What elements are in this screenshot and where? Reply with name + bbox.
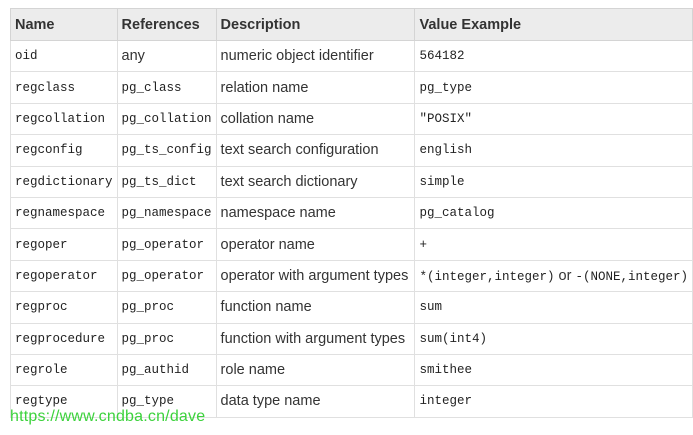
cell-description: role name xyxy=(215,353,416,387)
cell-name: oid xyxy=(10,39,118,73)
table-row: regcollation pg_collation collation name… xyxy=(10,102,693,136)
cell-example: simple xyxy=(414,165,693,198)
cell-description: numeric object identifier xyxy=(215,39,416,73)
cell-name: regnamespace xyxy=(10,196,118,230)
cell-name: regcollation xyxy=(10,102,118,136)
table-row: regnamespace pg_namespace namespace name… xyxy=(10,196,693,230)
cell-references: pg_class xyxy=(116,71,217,104)
cell-references: pg_proc xyxy=(116,291,217,324)
cell-references: pg_proc xyxy=(116,322,217,355)
table-body: oid any numeric object identifier 564182… xyxy=(10,39,693,418)
oid-types-table: Name References Description Value Exampl… xyxy=(10,8,693,418)
cell-name: regproc xyxy=(10,291,118,324)
table-row: regconfig pg_ts_config text search confi… xyxy=(10,134,693,167)
cell-name: regoper xyxy=(10,228,118,261)
table-row: regprocedure pg_proc function with argum… xyxy=(10,322,693,355)
cell-example: + xyxy=(414,228,693,261)
cell-description: text search configuration xyxy=(215,134,416,167)
table-row: regoperator pg_operator operator with ar… xyxy=(10,259,693,293)
table-row: regoper pg_operator operator name + xyxy=(10,228,693,261)
cell-description: operator name xyxy=(215,228,416,261)
cell-example: sum xyxy=(414,291,693,324)
cell-references: pg_operator xyxy=(116,228,217,261)
cell-references: pg_namespace xyxy=(116,196,217,230)
cell-description: namespace name xyxy=(215,196,416,230)
cell-example: integer xyxy=(414,385,693,418)
header-description: Description xyxy=(215,8,416,41)
cell-references: pg_operator xyxy=(116,259,217,293)
cell-example: sum(int4) xyxy=(414,322,693,355)
cell-name: regdictionary xyxy=(10,165,118,198)
cell-description: function name xyxy=(215,291,416,324)
cell-name: regoperator xyxy=(10,259,118,293)
cell-name: regrole xyxy=(10,353,118,387)
header-row: Name References Description Value Exampl… xyxy=(10,8,693,41)
cell-references: pg_ts_config xyxy=(116,134,217,167)
cell-example: *(integer,integer) or -(NONE,integer) xyxy=(414,259,693,293)
cell-name: regconfig xyxy=(10,134,118,167)
table-row: regrole pg_authid role name smithee xyxy=(10,353,693,387)
cell-name: regclass xyxy=(10,71,118,104)
example-part-code: -(NONE,integer) xyxy=(575,269,688,284)
cell-references: pg_authid xyxy=(116,353,217,387)
table-row: regclass pg_class relation name pg_type xyxy=(10,71,693,104)
table-row: regproc pg_proc function name sum xyxy=(10,291,693,324)
cell-description: function with argument types xyxy=(215,322,416,355)
table-header: Name References Description Value Exampl… xyxy=(10,8,693,41)
cell-description: relation name xyxy=(215,71,416,104)
cell-example: smithee xyxy=(414,353,693,387)
table-row: oid any numeric object identifier 564182 xyxy=(10,39,693,73)
cell-example: 564182 xyxy=(414,39,693,73)
cell-description: collation name xyxy=(215,102,416,136)
cell-example: pg_type xyxy=(414,71,693,104)
cell-references: pg_collation xyxy=(116,102,217,136)
cell-example: "POSIX" xyxy=(414,102,693,136)
header-value-example: Value Example xyxy=(414,8,693,41)
cell-references: pg_ts_dict xyxy=(116,165,217,198)
table-row: regdictionary pg_ts_dict text search dic… xyxy=(10,165,693,198)
cell-references: any xyxy=(116,39,217,73)
example-part-or: or xyxy=(554,267,576,284)
header-references: References xyxy=(116,8,217,41)
cell-description: data type name xyxy=(215,385,416,418)
cell-description: text search dictionary xyxy=(215,165,416,198)
cell-example: english xyxy=(414,134,693,167)
cell-example: pg_catalog xyxy=(414,196,693,230)
example-part-code: *(integer,integer) xyxy=(419,269,555,284)
watermark-url: https://www.cndba.cn/dave xyxy=(10,408,206,425)
cell-description: operator with argument types xyxy=(215,259,416,293)
header-name: Name xyxy=(10,8,118,41)
cell-name: regprocedure xyxy=(10,322,118,355)
